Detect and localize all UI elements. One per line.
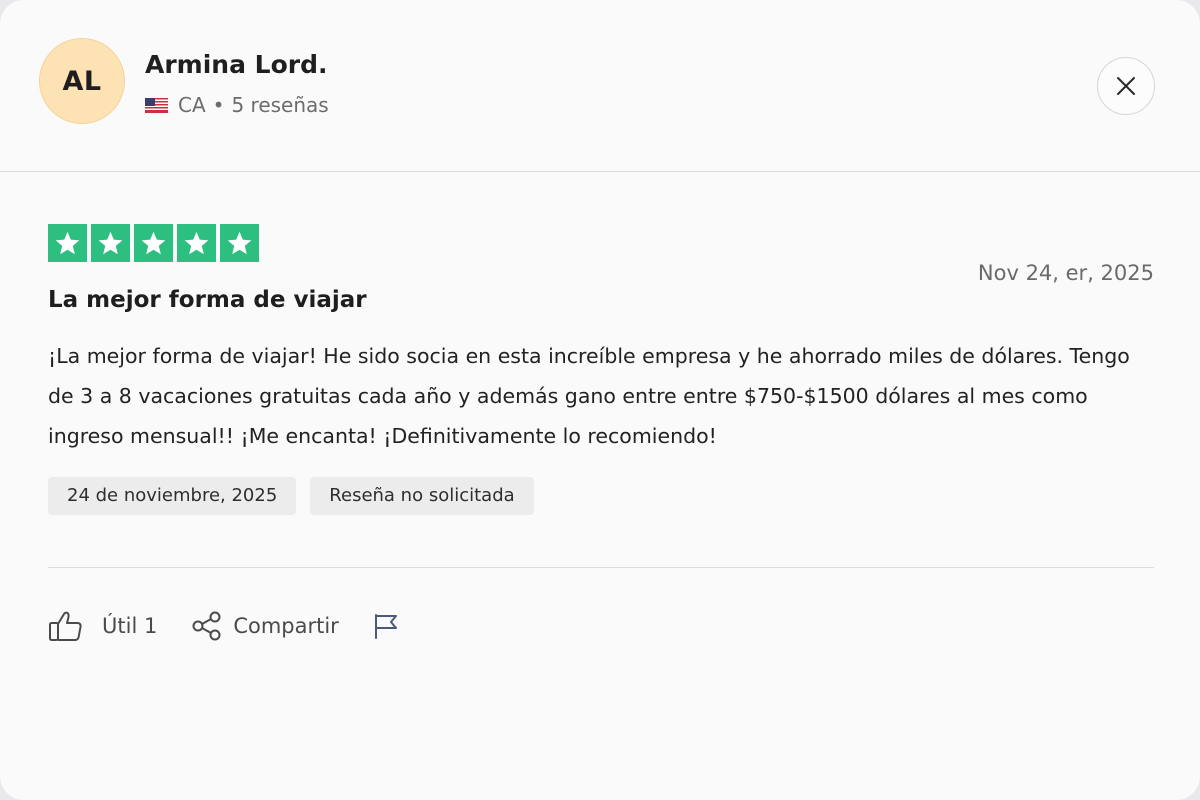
report-flag-icon [374,614,397,639]
close-button[interactable] [1097,57,1155,115]
star-icon [141,231,166,254]
star-icon [55,231,80,254]
star-box [134,224,173,262]
reviewer-meta: CA • 5 reseñas [145,93,329,117]
experience-date-tag: 24 de noviembre, 2025 [48,477,297,515]
review-body: ¡La mejor forma de viajar! He sido socia… [48,344,1130,448]
useful-button[interactable]: Útil 1 [48,610,157,642]
reviewer-country: CA [178,93,206,117]
reviewer-name[interactable]: Armina Lord. [145,50,328,79]
star-box [91,224,130,262]
review-header: AL Armina Lord. CA • 5 reseñas [0,0,1200,172]
review-card: AL Armina Lord. CA • 5 reseñas Nov 24, e… [0,0,1200,800]
review-actions: Útil 1 Compartir [48,607,399,645]
share-button[interactable]: Compartir [191,611,339,641]
share-label: Compartir [233,614,339,638]
review-tags: 24 de noviembre, 2025 Reseña no solicita… [48,477,534,515]
star-box [177,224,216,262]
us-flag-icon [145,97,168,113]
star-icon [227,231,252,254]
avatar-initials: AL [62,65,102,97]
star-box [220,224,259,262]
report-button[interactable] [373,612,399,640]
share-icon [192,611,221,641]
divider [48,567,1154,568]
review-date: Nov 24, er, 2025 [977,261,1154,285]
review-title: La mejor forma de viajar [48,287,367,313]
useful-label: Útil 1 [102,614,158,638]
star-box [48,224,87,262]
unsolicited-review-tag: Reseña no solicitada [310,477,534,515]
star-icon [184,231,209,254]
avatar: AL [39,38,125,124]
thumbs-up-icon [49,611,82,641]
meta-separator: • [212,93,225,117]
reviewer-review-count: 5 reseñas [231,93,329,117]
star-rating [48,224,259,262]
star-icon [98,231,123,254]
close-icon [1117,77,1135,95]
